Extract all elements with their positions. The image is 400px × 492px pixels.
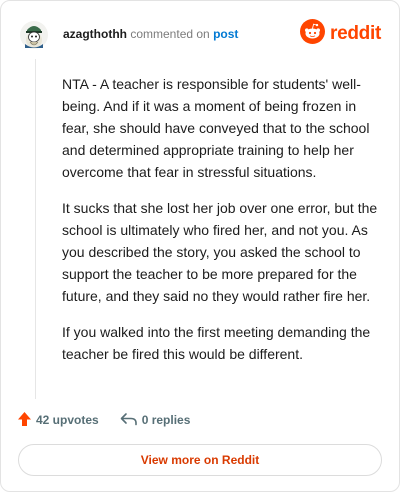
upvote-button[interactable]: 42 upvotes: [17, 411, 99, 430]
commented-on-text: commented on: [130, 27, 210, 41]
comment-body: NTA - A teacher is responsible for stude…: [62, 73, 380, 379]
reddit-wordmark: reddit: [330, 23, 381, 44]
comment-paragraph: If you walked into the first meeting dem…: [62, 324, 371, 362]
comment-actions: 42 upvotes 0 replies: [17, 409, 190, 431]
comment-byline: azagthothh commented on post: [63, 27, 238, 41]
replies-count: 0 replies: [141, 413, 191, 427]
replies-button[interactable]: 0 replies: [120, 412, 191, 429]
reddit-snoo-icon: [300, 19, 326, 49]
user-avatar[interactable]: [19, 18, 49, 50]
reddit-logo[interactable]: reddit: [300, 19, 381, 49]
upvote-arrow-icon: [17, 411, 32, 430]
comment-embed-card: azagthothh commented on post reddit NTA …: [0, 0, 400, 492]
comment-paragraph: It sucks that she lost her job over one …: [62, 200, 378, 304]
reply-arrow-icon: [120, 412, 138, 429]
post-link[interactable]: post: [213, 27, 238, 41]
comment-header: azagthothh commented on post reddit: [15, 18, 385, 52]
comment-paragraph: NTA - A teacher is responsible for stude…: [62, 76, 370, 180]
upvote-count: 42 upvotes: [36, 413, 99, 427]
thread-line: [35, 59, 36, 399]
view-more-on-reddit-button[interactable]: View more on Reddit: [18, 444, 382, 476]
username-link[interactable]: azagthothh: [63, 27, 127, 41]
